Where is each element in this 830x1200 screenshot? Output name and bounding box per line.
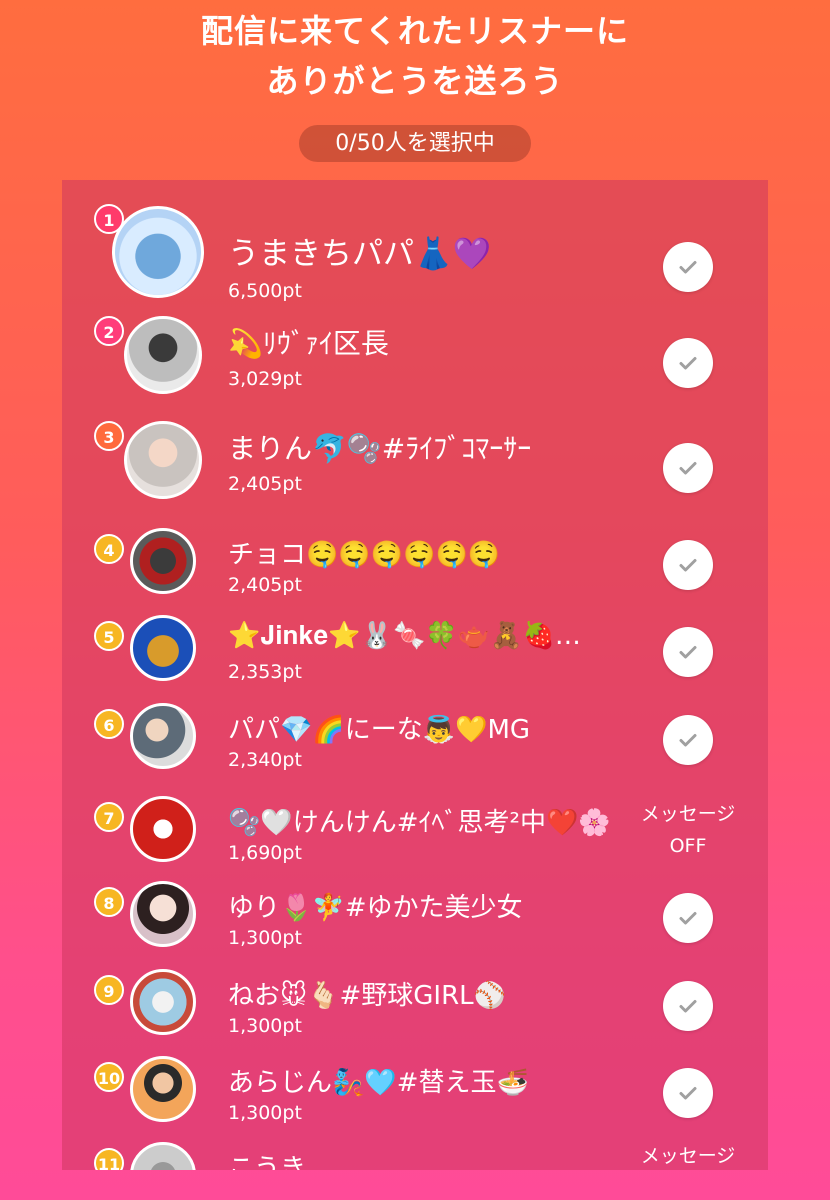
- check-icon: [679, 1000, 697, 1013]
- avatar[interactable]: [130, 969, 196, 1035]
- listener-row[interactable]: 4 チョコ🤤🤤🤤🤤🤤🤤 2,405pt: [62, 518, 768, 606]
- header-title: 配信に来てくれたリスナーに ありがとうを送ろう: [0, 6, 830, 106]
- listener-list: 1 うまきちパパ👗💜 6,500pt 2 💫ﾘｳﾞｧｲ区長 3,029pt 3 まりん🐬🫧#…: [62, 180, 768, 1170]
- select-checkbox[interactable]: [663, 540, 713, 590]
- listener-row[interactable]: 1 うまきちパパ👗💜 6,500pt: [62, 198, 768, 302]
- avatar[interactable]: [124, 316, 202, 394]
- listener-name: うまきちパパ👗💜: [228, 236, 492, 272]
- message-off-label: メッセージ: [640, 1145, 736, 1167]
- rank-badge: 9: [94, 975, 124, 1005]
- select-checkbox[interactable]: [663, 627, 713, 677]
- listener-row[interactable]: 8 ゆり🌷🧚#ゆかた美少女 1,300pt: [62, 871, 768, 959]
- avatar[interactable]: [130, 881, 196, 947]
- select-checkbox[interactable]: [663, 893, 713, 943]
- listener-points: 3,029pt: [228, 368, 302, 390]
- rank-badge: 2: [94, 316, 124, 346]
- listener-row[interactable]: 9 ねお🐭🫰🏻#野球GIRL⚾ 1,300pt: [62, 959, 768, 1047]
- listener-row: 11 こうき メッセージ: [62, 1132, 768, 1170]
- select-checkbox[interactable]: [663, 715, 713, 765]
- avatar[interactable]: [130, 615, 196, 681]
- rank-badge: 8: [94, 887, 124, 917]
- check-icon: [679, 559, 697, 572]
- listener-row[interactable]: 10 あらじん🧞🩵#替え玉🍜 1,300pt: [62, 1046, 768, 1134]
- check-icon: [679, 734, 697, 747]
- select-checkbox[interactable]: [663, 981, 713, 1031]
- check-icon: [679, 261, 697, 274]
- rank-badge: 7: [94, 802, 124, 832]
- rank-badge: 4: [94, 534, 124, 564]
- rank-badge: 3: [94, 421, 124, 451]
- rank-badge: 10: [94, 1062, 124, 1092]
- check-icon: [679, 462, 697, 475]
- avatar[interactable]: [130, 528, 196, 594]
- listener-points: 2,340pt: [228, 749, 302, 771]
- rank-badge: 5: [94, 621, 124, 651]
- listener-points: 2,353pt: [228, 661, 302, 683]
- listener-row[interactable]: 3 まりん🐬🫧#ﾗｲﾌﾞｺﾏｰｻｰ 2,405pt: [62, 415, 768, 503]
- select-checkbox[interactable]: [663, 242, 713, 292]
- listener-row[interactable]: 2 💫ﾘｳﾞｧｲ区長 3,029pt: [62, 310, 768, 398]
- avatar[interactable]: [124, 421, 202, 499]
- listener-points: 2,405pt: [228, 574, 302, 596]
- listener-name: ねお🐭🫰🏻#野球GIRL⚾: [228, 981, 507, 1011]
- avatar[interactable]: [130, 1142, 196, 1170]
- listener-name: 🫧🤍けんけん#ｲﾍﾞ思考²中❤️🌸: [228, 808, 611, 838]
- listener-name: チョコ🤤🤤🤤🤤🤤🤤: [228, 540, 501, 570]
- listener-row: 7 🫧🤍けんけん#ｲﾍﾞ思考²中❤️🌸 1,690pt メッセージ OFF: [62, 786, 768, 874]
- title-line-1: 配信に来てくれたリスナーに: [200, 12, 630, 50]
- listener-name: まりん🐬🫧#ﾗｲﾌﾞｺﾏｰｻｰ: [228, 432, 532, 465]
- avatar[interactable]: [130, 796, 196, 862]
- listener-row[interactable]: 6 パパ💎🌈にーな👼💛MG 2,340pt: [62, 693, 768, 781]
- rank-badge: 1: [94, 204, 124, 234]
- title-line-2: ありがとうを送ろう: [266, 62, 564, 100]
- select-checkbox[interactable]: [663, 338, 713, 388]
- check-icon: [679, 1087, 697, 1100]
- listener-name: ゆり🌷🧚#ゆかた美少女: [228, 893, 523, 923]
- listener-row[interactable]: 5 ⭐𝐉𝐢𝐧𝐤𝐞⭐🐰🍬🍀🫖🧸🍓… 2,353pt: [62, 605, 768, 693]
- listener-name: あらじん🧞🩵#替え玉🍜: [228, 1068, 529, 1098]
- listener-name: パパ💎🌈にーな👼💛MG: [228, 715, 531, 745]
- avatar[interactable]: [130, 703, 196, 769]
- rank-badge: 6: [94, 709, 124, 739]
- select-checkbox[interactable]: [663, 443, 713, 493]
- check-icon: [679, 646, 697, 659]
- check-icon: [679, 912, 697, 925]
- select-checkbox[interactable]: [663, 1068, 713, 1118]
- listener-points: 2,405pt: [228, 473, 302, 495]
- avatar[interactable]: [130, 1056, 196, 1122]
- listener-points: 1,300pt: [228, 1102, 302, 1124]
- listener-points: 1,300pt: [228, 927, 302, 949]
- listener-points: 6,500pt: [228, 280, 302, 302]
- rank-badge: 11: [94, 1148, 124, 1170]
- check-icon: [679, 357, 697, 370]
- avatar[interactable]: [112, 206, 204, 298]
- listener-name: ⭐𝐉𝐢𝐧𝐤𝐞⭐🐰🍬🍀🫖🧸🍓…: [228, 621, 581, 651]
- selection-counter: 0/50人を選択中: [299, 125, 531, 162]
- listener-name: こうき: [228, 1154, 307, 1170]
- listener-name: 💫ﾘｳﾞｧｲ区長: [228, 327, 389, 360]
- listener-points: 1,690pt: [228, 842, 302, 864]
- message-off-label: メッセージ OFF: [640, 803, 736, 857]
- listener-points: 1,300pt: [228, 1015, 302, 1037]
